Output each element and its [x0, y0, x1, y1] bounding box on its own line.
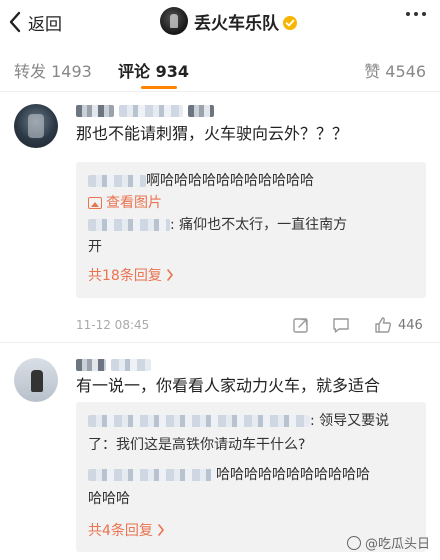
back-label: 返回: [28, 14, 62, 35]
reply-text-continued: 了：我们这是高铁你请动车干什么?: [88, 437, 306, 453]
tab-likes[interactable]: 赞 4546: [364, 58, 426, 82]
reply-item: : 领导又要说: [88, 410, 418, 432]
reply-item: 哈哈哈哈哈哈哈哈哈哈哈: [88, 464, 418, 486]
verified-badge-icon: [283, 16, 297, 30]
reply-box[interactable]: 啊哈哈哈哈哈哈哈哈哈哈哈 查看图片 : 痛仰也不太行，一直往南方 开 共18条回…: [76, 162, 426, 298]
chevron-left-icon: [9, 11, 21, 33]
image-icon: [88, 197, 102, 209]
active-tab-indicator: [141, 86, 177, 89]
reply-text-continued: 哈哈哈: [88, 491, 130, 507]
like-count: 446: [398, 317, 423, 333]
reply-text-continued: 开: [88, 239, 102, 255]
share-button[interactable]: [292, 316, 310, 334]
more-replies-link[interactable]: 共18条回复: [88, 265, 174, 285]
top-bar: 返回 丢火车乐队: [0, 0, 440, 44]
username-redacted[interactable]: [76, 100, 216, 117]
reply-username-redacted[interactable]: [88, 469, 216, 481]
reply-username-redacted[interactable]: [88, 175, 146, 187]
more-options-icon[interactable]: [406, 12, 426, 16]
view-image-label: 查看图片: [106, 195, 162, 211]
more-replies-label: 共18条回复: [88, 268, 162, 284]
tab-comments[interactable]: 评论 934: [118, 58, 189, 82]
watermark: @吃瓜头日: [346, 533, 430, 552]
username-redacted[interactable]: [76, 354, 152, 371]
reply-text: 啊哈哈哈哈哈哈哈哈哈哈哈: [146, 173, 314, 189]
like-button[interactable]: 446: [374, 316, 423, 334]
comment-divider: [0, 342, 440, 343]
view-image-link[interactable]: 查看图片: [88, 192, 162, 214]
reply-text: 哈哈哈哈哈哈哈哈哈哈哈: [216, 467, 370, 483]
account-avatar[interactable]: [160, 7, 188, 35]
reply-item: 查看图片: [88, 192, 418, 216]
more-replies-link[interactable]: 共4条回复: [88, 520, 165, 540]
page-header: 丢火车乐队: [160, 5, 297, 37]
back-button[interactable]: 返回: [8, 8, 62, 36]
comment-text: 有一说一，你看看人家动力火车，就多适合: [76, 376, 381, 395]
avatar[interactable]: [14, 358, 58, 402]
thumbs-up-icon: [375, 317, 391, 333]
chevron-right-icon: [158, 524, 164, 536]
reply-username-redacted[interactable]: [88, 415, 310, 427]
comment-text: 那也不能请刺猬，火车驶向云外？？？: [76, 124, 349, 143]
tab-repost[interactable]: 转发 1493: [14, 58, 92, 82]
reply-button[interactable]: [332, 316, 350, 334]
comment-meta: 11-12 08:45 446: [76, 316, 426, 336]
comment-icon: [333, 318, 349, 333]
more-replies-label: 共4条回复: [88, 523, 153, 539]
tab-bar: 转发 1493 评论 934 赞 4546: [0, 48, 440, 92]
watermark-text: @吃瓜头日: [364, 537, 430, 552]
reply-username-redacted[interactable]: [88, 219, 170, 231]
page-title: 丢火车乐队: [194, 13, 279, 34]
share-icon: [293, 318, 308, 333]
reply-text: : 领导又要说: [310, 413, 390, 429]
avatar[interactable]: [14, 104, 58, 148]
reply-box[interactable]: : 领导又要说 了：我们这是高铁你请动车干什么? 哈哈哈哈哈哈哈哈哈哈哈 哈哈哈…: [76, 402, 426, 552]
comment-time: 11-12 08:45: [76, 318, 150, 332]
reply-text: : 痛仰也不太行，一直往南方: [170, 217, 348, 233]
reply-item: 啊哈哈哈哈哈哈哈哈哈哈哈: [88, 170, 418, 192]
reply-item: : 痛仰也不太行，一直往南方: [88, 214, 418, 236]
chevron-right-icon: [167, 269, 173, 281]
watermark-logo-icon: [346, 535, 361, 550]
